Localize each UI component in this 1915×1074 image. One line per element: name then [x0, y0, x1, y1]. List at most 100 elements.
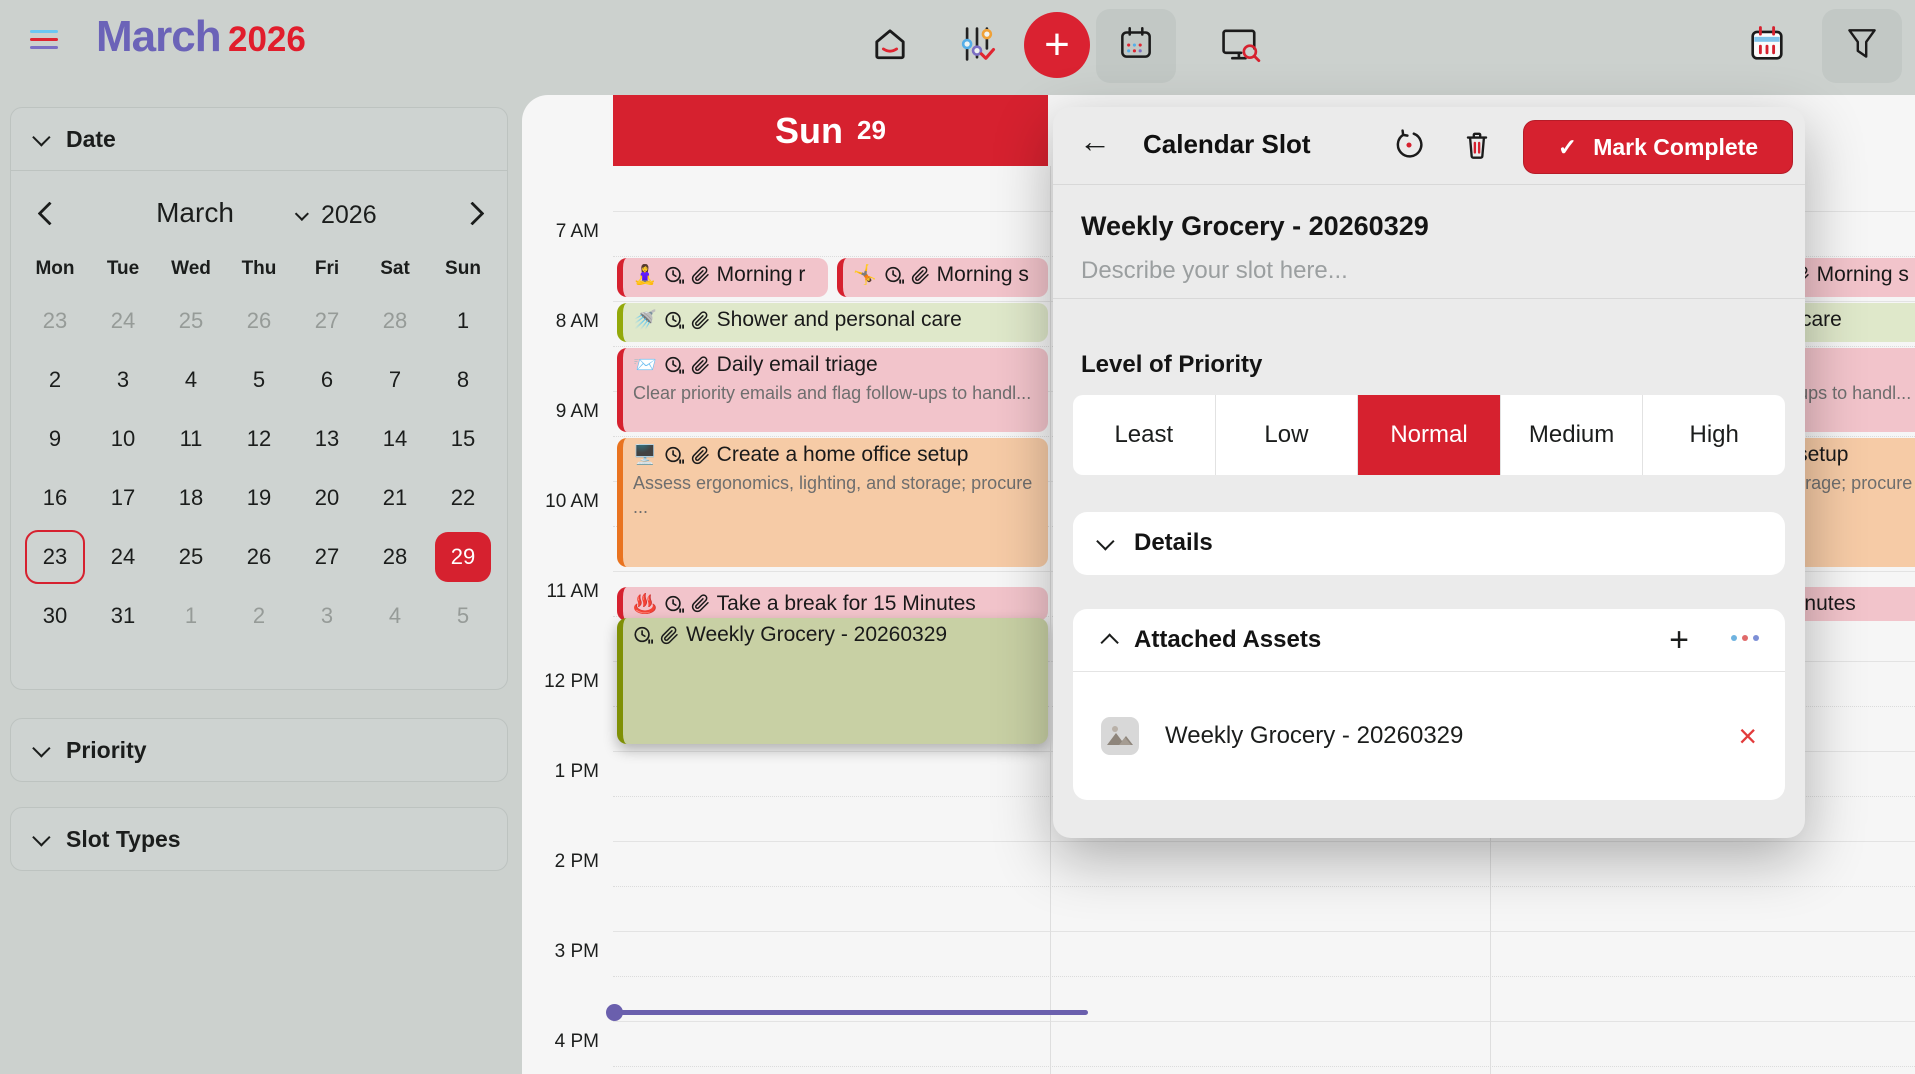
asset-row: Weekly Grocery - 20260329× [1101, 701, 1757, 771]
event-title: Morning s [1817, 263, 1909, 287]
minical-day-28[interactable]: 28 [361, 527, 429, 586]
minical-day-21[interactable]: 21 [361, 468, 429, 527]
minical-day-2[interactable]: 2 [225, 586, 293, 645]
chevron-down-icon [32, 828, 50, 846]
minical-day-17[interactable]: 17 [89, 468, 157, 527]
minical-day-31[interactable]: 31 [89, 586, 157, 645]
next-month-button[interactable] [460, 201, 484, 225]
minical-day-3[interactable]: 3 [89, 350, 157, 409]
slot-types-section-header[interactable]: Slot Types [11, 808, 507, 870]
minical-day-5[interactable]: 5 [429, 586, 497, 645]
event-weekly_grocery[interactable]: Weekly Grocery - 20260329 [617, 618, 1048, 744]
assets-menu-button[interactable] [1731, 635, 1759, 641]
priority-option-least[interactable]: Least [1073, 395, 1216, 475]
priority-option-high[interactable]: High [1643, 395, 1785, 475]
minical-day-29[interactable]: 29 [429, 527, 497, 586]
minical-day-number: 2 [27, 355, 83, 405]
minical-day-23[interactable]: 23 [21, 527, 89, 586]
minical-day-1[interactable]: 1 [429, 291, 497, 350]
date-picker-button[interactable] [1727, 9, 1807, 83]
minical-day-27[interactable]: 27 [293, 291, 361, 350]
minical-day-1[interactable]: 1 [157, 586, 225, 645]
add-asset-button[interactable]: + [1669, 621, 1689, 660]
filter-button[interactable] [1822, 9, 1902, 83]
date-section-header[interactable]: Date [11, 108, 507, 171]
trash-icon [1461, 129, 1493, 161]
paperclip-icon [691, 311, 710, 330]
priority-segmented-control: LeastLowNormalMediumHigh [1073, 395, 1785, 475]
event-take_break[interactable]: ♨️Take a break for 15 Minutes [617, 587, 1048, 622]
minical-day-11[interactable]: 11 [157, 409, 225, 468]
minical-day-23[interactable]: 23 [21, 291, 89, 350]
minical-day-6[interactable]: 6 [293, 350, 361, 409]
minical-day-30[interactable]: 30 [21, 586, 89, 645]
details-header[interactable]: Details [1073, 512, 1785, 574]
minical-day-22[interactable]: 22 [429, 468, 497, 527]
minical-day-20[interactable]: 20 [293, 468, 361, 527]
delete-button[interactable] [1461, 129, 1493, 166]
priority-option-low[interactable]: Low [1216, 395, 1359, 475]
minical-day-25[interactable]: 25 [157, 527, 225, 586]
slot-title[interactable]: Weekly Grocery - 20260329 [1081, 211, 1429, 242]
back-button[interactable]: ← [1079, 123, 1111, 160]
screen-search-button[interactable] [1200, 9, 1280, 83]
minical-day-9[interactable]: 9 [21, 409, 89, 468]
minical-day-3[interactable]: 3 [293, 586, 361, 645]
event-emoji: ♨️ [633, 592, 657, 616]
minical-day-24[interactable]: 24 [89, 527, 157, 586]
event-email_triage[interactable]: 📨Daily email triageClear priority emails… [617, 348, 1048, 432]
minical-day-12[interactable]: 12 [225, 409, 293, 468]
minical-day-5[interactable]: 5 [225, 350, 293, 409]
minical-day-number: 21 [367, 473, 423, 523]
event-emoji: 📨 [633, 353, 657, 377]
minical-day-27[interactable]: 27 [293, 527, 361, 586]
slot-description-placeholder[interactable]: Describe your slot here... [1081, 257, 1348, 285]
filters-button[interactable] [937, 9, 1017, 83]
slot-types-filter-section: Slot Types [10, 807, 508, 871]
hour-label: 9 AM [522, 401, 599, 423]
minical-day-7[interactable]: 7 [361, 350, 429, 409]
minical-day-2[interactable]: 2 [21, 350, 89, 409]
minical-day-26[interactable]: 26 [225, 291, 293, 350]
minical-day-4[interactable]: 4 [361, 586, 429, 645]
minical-day-number: 22 [435, 473, 491, 523]
minical-day-19[interactable]: 19 [225, 468, 293, 527]
calendar-slot-popup: ← Calendar Slot ✓ Mark Complete [1053, 107, 1805, 838]
minical-day-25[interactable]: 25 [157, 291, 225, 350]
priority-section-header[interactable]: Priority [11, 719, 507, 781]
minical-month-label[interactable]: March [115, 197, 275, 229]
page-title-year: 2026 [228, 20, 306, 60]
image-thumbnail-icon [1101, 717, 1139, 755]
minical-day-number: 10 [95, 414, 151, 464]
minical-day-16[interactable]: 16 [21, 468, 89, 527]
minical-day-28[interactable]: 28 [361, 291, 429, 350]
minical-day-18[interactable]: 18 [157, 468, 225, 527]
home-button[interactable] [850, 9, 930, 83]
attached-assets-header[interactable]: Attached Assets + [1073, 609, 1785, 672]
priority-option-medium[interactable]: Medium [1501, 395, 1644, 475]
event-morning_routine[interactable]: 🧘‍♀️Morning r [617, 258, 828, 297]
event-shower[interactable]: 🚿Shower and personal care [617, 303, 1048, 342]
minical-day-15[interactable]: 15 [429, 409, 497, 468]
calendar-view-button[interactable] [1096, 9, 1176, 83]
minical-day-24[interactable]: 24 [89, 291, 157, 350]
event-morning_stretch[interactable]: 🤸Morning s [837, 258, 1048, 297]
year-selector[interactable]: 2026 [299, 201, 377, 230]
event-home_office[interactable]: 🖥️Create a home office setupAssess ergon… [617, 438, 1048, 567]
history-button[interactable] [1393, 129, 1425, 166]
add-button[interactable]: + [1024, 12, 1090, 78]
minical-day-8[interactable]: 8 [429, 350, 497, 409]
minical-day-number: 25 [163, 532, 219, 582]
minical-day-13[interactable]: 13 [293, 409, 361, 468]
minical-day-26[interactable]: 26 [225, 527, 293, 586]
minical-day-4[interactable]: 4 [157, 350, 225, 409]
minical-day-10[interactable]: 10 [89, 409, 157, 468]
menu-icon[interactable] [30, 30, 58, 54]
check-icon: ✓ [1558, 134, 1577, 161]
remove-asset-button[interactable]: × [1738, 720, 1757, 752]
priority-option-normal[interactable]: Normal [1358, 395, 1501, 475]
prev-month-button[interactable] [37, 201, 61, 225]
mark-complete-button[interactable]: ✓ Mark Complete [1523, 120, 1793, 174]
day-header[interactable]: Sun 29 [613, 95, 1048, 166]
minical-day-14[interactable]: 14 [361, 409, 429, 468]
